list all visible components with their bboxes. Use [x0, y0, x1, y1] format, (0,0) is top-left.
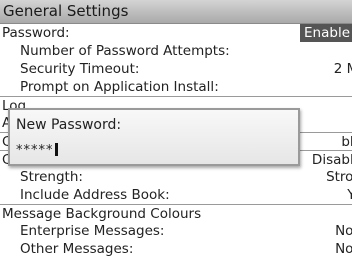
password-masked-text: ***** — [16, 143, 54, 158]
setting-value[interactable]: Stron — [326, 168, 352, 186]
setting-strength[interactable]: Strength: Stron — [0, 168, 352, 186]
setting-value[interactable]: Disable — [312, 151, 352, 169]
setting-password-attempts[interactable]: Number of Password Attempts: 1 — [0, 42, 352, 60]
password-input[interactable]: ***** — [16, 142, 290, 160]
setting-value[interactable]: ble — [341, 133, 352, 151]
section-label: Message Background Colours — [2, 206, 202, 222]
setting-value[interactable]: Non — [335, 222, 352, 240]
setting-enterprise-messages[interactable]: Enterprise Messages: Non — [0, 222, 352, 240]
setting-prompt-on-install[interactable]: Prompt on Application Install: N — [0, 78, 352, 96]
setting-label: Strength: — [20, 169, 83, 185]
section-message-background-colours: Message Background Colours — [0, 204, 352, 222]
setting-label: Security Timeout: — [20, 61, 140, 77]
setting-label: Other Messages: — [20, 241, 134, 257]
title-bar: General Settings — [0, 0, 352, 24]
setting-value[interactable]: Ye — [347, 186, 352, 204]
setting-value[interactable]: Enable — [300, 24, 352, 42]
text-cursor — [54, 143, 58, 156]
setting-label: Enterprise Messages: — [20, 223, 165, 239]
setting-value[interactable]: Non — [335, 240, 352, 258]
setting-include-address-book[interactable]: Include Address Book: Ye — [0, 186, 352, 204]
setting-label: Prompt on Application Install: — [20, 79, 219, 95]
setting-value[interactable]: 2 Mi — [334, 60, 352, 78]
setting-other-messages[interactable]: Other Messages: Non — [0, 240, 352, 258]
new-password-dialog: New Password: ***** — [8, 108, 300, 166]
page-title: General Settings — [3, 2, 129, 20]
setting-security-timeout[interactable]: Security Timeout: 2 Mi — [0, 60, 352, 78]
setting-label: Password: — [2, 25, 70, 41]
setting-label: Number of Password Attempts: — [20, 43, 230, 59]
setting-label: Include Address Book: — [20, 187, 170, 203]
setting-password[interactable]: Password: Enable — [0, 24, 352, 42]
dialog-title: New Password: — [16, 117, 122, 133]
